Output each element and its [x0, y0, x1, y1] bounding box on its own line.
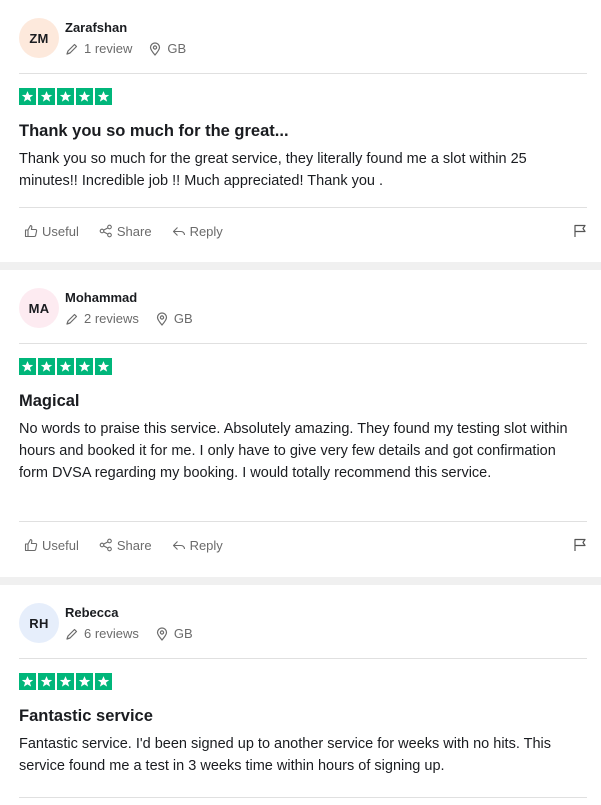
review-body: Fantastic service. I'd been signed up to… [19, 736, 552, 774]
flag-icon [574, 224, 586, 237]
share-label: Share [116, 223, 152, 239]
star-icon [95, 88, 112, 105]
star-icon [76, 358, 93, 375]
divider [19, 343, 587, 344]
pencil-icon [65, 627, 79, 641]
star-icon [76, 673, 93, 690]
share-icon [99, 224, 112, 238]
avatar[interactable]: RH [19, 603, 59, 643]
star-icon [19, 358, 36, 375]
share-label: Share [116, 537, 152, 553]
useful-button[interactable]: Useful [24, 538, 79, 553]
share-button[interactable]: Share [99, 538, 152, 553]
review-count: 2 reviews [84, 311, 139, 326]
flag-button[interactable] [573, 538, 587, 555]
divider [19, 521, 587, 522]
thumbs-up-icon [24, 538, 38, 552]
card-separator [0, 262, 601, 270]
review-title[interactable]: Magical [19, 392, 80, 411]
reviewer-meta: 2 reviews GB [65, 311, 193, 326]
reply-icon [172, 541, 185, 550]
star-rating [19, 358, 114, 375]
reviewer-name[interactable]: Zarafshan [65, 20, 127, 35]
review-actions: Useful Share Reply [24, 535, 587, 555]
flag-button[interactable] [573, 224, 587, 241]
location-pin-icon [155, 311, 169, 326]
review-body: No words to praise this service. Absolut… [19, 421, 568, 481]
avatar[interactable]: ZM [19, 18, 59, 58]
reviewer-meta: 6 reviews GB [65, 626, 193, 641]
useful-label: Useful [42, 223, 79, 239]
card-separator [0, 577, 601, 585]
flag-icon [574, 538, 586, 551]
share-icon [99, 538, 112, 552]
divider [19, 658, 587, 659]
country: GB [173, 311, 193, 326]
star-rating [19, 88, 114, 105]
review-count: 6 reviews [84, 626, 139, 641]
review-body: Thank you so much for the great service,… [19, 151, 527, 189]
review-title[interactable]: Fantastic service [19, 707, 153, 726]
country: GB [167, 41, 187, 56]
star-icon [19, 673, 36, 690]
avatar[interactable]: MA [19, 288, 59, 328]
location-pin-icon [148, 41, 162, 56]
reviewer-name[interactable]: Rebecca [65, 605, 118, 620]
thumbs-up-icon [24, 224, 38, 238]
review-actions: Useful Share Reply [24, 221, 587, 241]
divider [19, 207, 587, 208]
useful-button[interactable]: Useful [24, 224, 79, 239]
divider [19, 73, 587, 74]
star-icon [95, 358, 112, 375]
country: GB [173, 626, 193, 641]
star-icon [57, 358, 74, 375]
reply-button[interactable]: Reply [172, 538, 223, 553]
share-button[interactable]: Share [99, 224, 152, 239]
reviewer-header: MA Mohammad 2 reviews GB [19, 270, 601, 344]
star-icon [38, 88, 55, 105]
star-icon [95, 673, 112, 690]
useful-label: Useful [42, 537, 79, 553]
reply-label: Reply [189, 223, 223, 239]
review-card: MA Mohammad 2 reviews GB Magical No word… [0, 270, 601, 577]
reply-icon [172, 227, 185, 236]
pencil-icon [65, 42, 79, 56]
star-rating [19, 673, 114, 690]
pencil-icon [65, 312, 79, 326]
reviewer-name[interactable]: Mohammad [65, 290, 137, 305]
review-card: RH Rebecca 6 reviews GB Fantastic servic… [0, 585, 601, 805]
reply-button[interactable]: Reply [172, 224, 223, 239]
review-card: ZM Zarafshan 1 review GB Thank you so mu… [0, 0, 601, 262]
star-icon [19, 88, 36, 105]
review-count: 1 review [84, 41, 133, 56]
location-pin-icon [155, 626, 169, 641]
star-icon [76, 88, 93, 105]
star-icon [38, 673, 55, 690]
reviewer-meta: 1 review GB [65, 41, 186, 56]
reply-label: Reply [189, 537, 223, 553]
review-title[interactable]: Thank you so much for the great... [19, 122, 289, 141]
reviewer-header: RH Rebecca 6 reviews GB [19, 585, 601, 659]
star-icon [57, 673, 74, 690]
reviewer-header: ZM Zarafshan 1 review GB [19, 0, 601, 74]
star-icon [57, 88, 74, 105]
divider [19, 797, 587, 798]
star-icon [38, 358, 55, 375]
